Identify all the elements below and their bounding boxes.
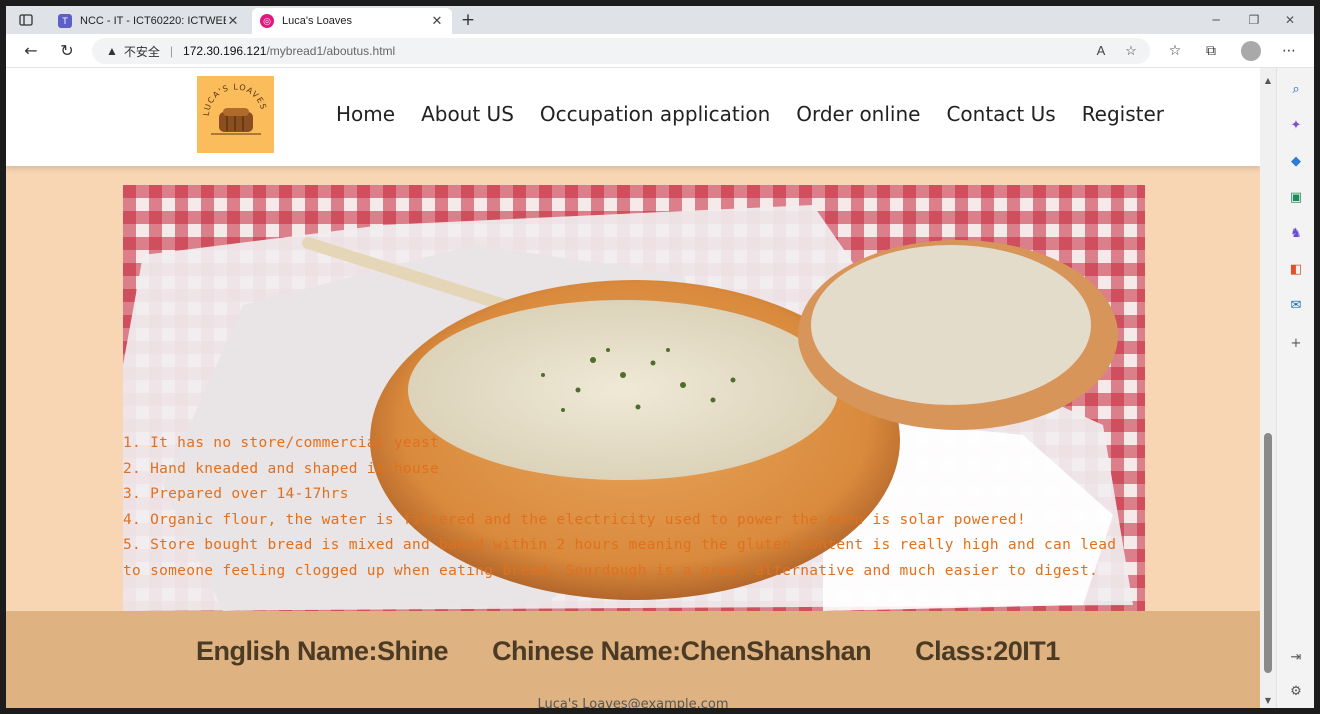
scroll-down-icon[interactable]: ▼ <box>1263 696 1273 706</box>
warning-icon: ▲ <box>106 44 118 58</box>
nav-home[interactable]: Home <box>336 102 395 126</box>
favorites-icon[interactable]: ☆ <box>1164 40 1186 62</box>
url-host: 172.30.196.121 <box>183 44 267 58</box>
minimize-icon[interactable]: ─ <box>1198 10 1234 30</box>
fact-item: 3. Prepared over 14-17hrs <box>123 486 349 503</box>
tab-actions-icon[interactable] <box>16 11 36 29</box>
page-scrollbar[interactable]: ▲ ▼ <box>1260 68 1276 708</box>
outlook-icon[interactable]: ✉ <box>1286 296 1306 316</box>
scroll-up-icon[interactable]: ▲ <box>1263 76 1273 86</box>
more-menu-icon[interactable]: ⋯ <box>1278 40 1300 62</box>
insecure-label: 不安全 <box>123 44 160 59</box>
student-credits: English Name:Shine Chinese Name:ChenShan… <box>196 636 1104 667</box>
contact-email: Luca's Loaves@example.com <box>537 697 729 708</box>
scroll-thumb[interactable] <box>1264 433 1272 673</box>
nav-register[interactable]: Register <box>1082 102 1164 126</box>
nav-order-online[interactable]: Order online <box>796 102 920 126</box>
teams-icon: T <box>58 14 72 28</box>
hero-image: 1. It has no store/commercial yeast 2. H… <box>123 185 1145 611</box>
tools-briefcase-icon[interactable]: ▣ <box>1286 188 1306 208</box>
nav-contact-us[interactable]: Contact Us <box>946 102 1055 126</box>
tab-title: Luca's Loaves <box>282 15 352 27</box>
class-name: Class:20IT1 <box>915 636 1060 666</box>
nav-occupation-application[interactable]: Occupation application <box>540 102 770 126</box>
site-header: LUCA'S LOAVES Home About US Occupation a… <box>6 68 1260 166</box>
profile-avatar-icon[interactable] <box>1241 41 1261 61</box>
close-window-icon[interactable]: ✕ <box>1272 10 1308 30</box>
office-icon[interactable]: ◧ <box>1286 260 1306 280</box>
refresh-icon[interactable]: ↻ <box>56 40 78 62</box>
close-tab-icon[interactable]: ✕ <box>226 13 240 29</box>
edge-sidebar: ⌕ ✦ ◆ ▣ ♞ ◧ ✉ + ⇥ ⚙ <box>1276 68 1314 708</box>
tab-strip: T NCC - IT - ICT60220: ICTWEB513 ✕ ◎ Luc… <box>6 6 1314 34</box>
site-logo[interactable]: LUCA'S LOAVES <box>197 76 274 153</box>
collections-icon[interactable]: ⧉ <box>1200 40 1222 62</box>
tab-teams[interactable]: T NCC - IT - ICT60220: ICTWEB513 ✕ <box>50 8 248 34</box>
english-name: English Name:Shine <box>196 636 449 666</box>
site-icon: ◎ <box>260 14 274 28</box>
settings-gear-icon[interactable]: ⚙ <box>1286 682 1306 702</box>
browser-window: T NCC - IT - ICT60220: ICTWEB513 ✕ ◎ Luc… <box>6 6 1314 708</box>
favorite-star-icon[interactable]: ☆ <box>1122 42 1140 60</box>
bread-facts-list: 1. It has no store/commercial yeast 2. H… <box>123 431 1133 585</box>
main-nav: Home About US Occupation application Ord… <box>336 102 1190 126</box>
fact-item: 1. It has no store/commercial yeast <box>123 435 440 451</box>
fact-item: 2. Hand kneaded and shaped in-house <box>123 460 440 477</box>
fact-item: 5. Store bought bread is mixed and baked… <box>123 537 1117 579</box>
address-bar[interactable]: ▲ 不安全 | 172.30.196.121 /mybread1/aboutus… <box>92 38 1150 64</box>
restore-icon[interactable]: ❐ <box>1236 10 1272 30</box>
hide-sidebar-icon[interactable]: ⇥ <box>1286 648 1306 668</box>
new-tab-icon[interactable]: + <box>458 10 478 30</box>
read-aloud-icon[interactable]: A <box>1092 42 1110 60</box>
page-viewport: LUCA'S LOAVES Home About US Occupation a… <box>6 68 1260 708</box>
site-footer: English Name:Shine Chinese Name:ChenShan… <box>6 611 1260 708</box>
nav-about-us[interactable]: About US <box>421 102 514 126</box>
browser-toolbar: ← ↻ ▲ 不安全 | 172.30.196.121 /mybread1/abo… <box>6 34 1314 68</box>
games-icon[interactable]: ♞ <box>1286 224 1306 244</box>
fact-item: 4. Organic flour, the water is filtered … <box>123 511 1026 528</box>
tab-title: NCC - IT - ICT60220: ICTWEB513 <box>80 15 226 27</box>
chinese-name: Chinese Name:ChenShanshan <box>492 636 872 666</box>
search-icon[interactable]: ⌕ <box>1286 80 1306 100</box>
tab-lucas-loaves[interactable]: ◎ Luca's Loaves ✕ <box>252 8 452 34</box>
address-separator: | <box>169 44 174 58</box>
copilot-icon[interactable]: ✦ <box>1286 116 1306 136</box>
back-icon[interactable]: ← <box>20 40 42 62</box>
close-tab-icon[interactable]: ✕ <box>430 13 444 29</box>
url-path: /mybread1/aboutus.html <box>266 44 396 58</box>
shopping-tag-icon[interactable]: ◆ <box>1286 152 1306 172</box>
add-sidebar-app-icon[interactable]: + <box>1286 334 1306 354</box>
